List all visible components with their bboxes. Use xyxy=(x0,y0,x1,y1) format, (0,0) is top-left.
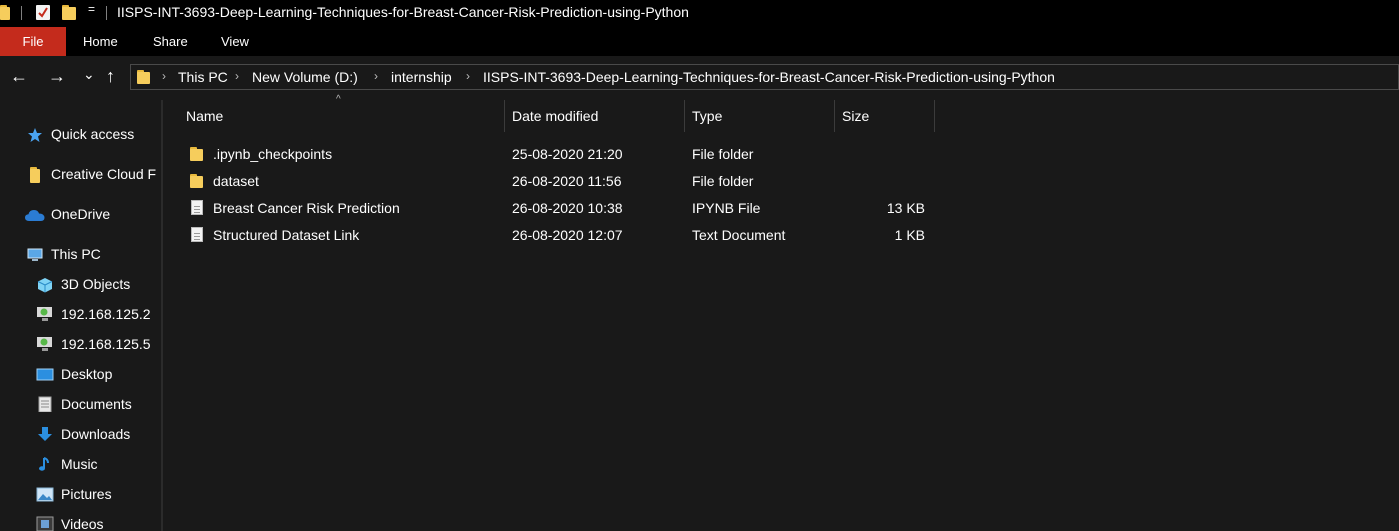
file-date-modified: 26-08-2020 10:38 xyxy=(512,200,623,216)
new-folder-icon[interactable] xyxy=(62,5,76,20)
sidebar-item-label: Quick access xyxy=(51,126,135,142)
sidebar-item-label: 192.168.125.2 xyxy=(61,306,151,322)
documents-icon xyxy=(38,396,52,412)
file-row[interactable]: Structured Dataset Link 26-08-2020 12:07… xyxy=(180,222,940,249)
file-type: File folder xyxy=(692,173,754,189)
back-button[interactable]: ← xyxy=(10,66,28,86)
downloads-icon xyxy=(38,427,52,441)
column-header-type[interactable]: Type xyxy=(692,108,722,124)
window-title: IISPS-INT-3693-Deep-Learning-Techniques-… xyxy=(117,4,689,20)
ribbon-tabs: File Home Share View xyxy=(0,26,1399,56)
file-type: IPYNB File xyxy=(692,200,761,216)
tab-home[interactable]: Home xyxy=(83,34,118,49)
folder-icon xyxy=(137,70,150,84)
column-header-date-modified[interactable]: Date modified xyxy=(512,108,598,124)
breadcrumb-separator: › xyxy=(466,69,470,83)
sidebar-item-label: Creative Cloud F xyxy=(51,166,157,182)
properties-icon[interactable] xyxy=(36,5,50,20)
navigation-pane-scrollbar[interactable] xyxy=(161,100,163,531)
file-date-modified: 26-08-2020 11:56 xyxy=(512,173,622,189)
file-row[interactable]: Breast Cancer Risk Prediction 26-08-2020… xyxy=(180,195,940,222)
file-size: 1 KB xyxy=(894,227,925,243)
cloud-icon xyxy=(25,210,45,221)
file-row[interactable]: dataset 26-08-2020 11:56 File folder xyxy=(180,168,940,195)
column-divider[interactable] xyxy=(504,100,505,132)
network-drive-icon xyxy=(37,337,52,351)
network-drive-icon xyxy=(37,307,52,321)
up-button[interactable]: ↑ xyxy=(106,66,115,86)
separator xyxy=(21,6,22,20)
music-icon xyxy=(39,457,49,471)
tab-view[interactable]: View xyxy=(221,34,249,49)
videos-icon xyxy=(36,516,54,531)
tab-file[interactable]: File xyxy=(0,27,66,56)
folder-icon xyxy=(30,167,40,183)
tab-share[interactable]: Share xyxy=(153,34,188,49)
breadcrumb-separator: › xyxy=(162,69,166,83)
column-divider[interactable] xyxy=(684,100,685,132)
title-bar: = IISPS-INT-3693-Deep-Learning-Technique… xyxy=(0,0,1399,26)
breadcrumb-separator: › xyxy=(374,69,378,83)
column-header-size[interactable]: Size xyxy=(842,108,869,124)
sidebar-item-label: 192.168.125.5 xyxy=(61,336,151,352)
text-file-icon xyxy=(191,227,203,242)
file-icon xyxy=(191,200,203,215)
file-size: 13 KB xyxy=(886,200,925,216)
sidebar-item-label: Videos xyxy=(61,516,104,531)
sidebar-item-label: This PC xyxy=(51,246,101,262)
breadcrumb-current-folder[interactable]: IISPS-INT-3693-Deep-Learning-Techniques-… xyxy=(483,69,1055,85)
breadcrumb-this-pc[interactable]: This PC xyxy=(178,69,228,85)
address-bar[interactable]: › This PC › New Volume (D:) › internship… xyxy=(130,64,1399,90)
folder-icon xyxy=(190,174,203,188)
pictures-icon xyxy=(36,487,54,502)
sort-ascending-icon: ^ xyxy=(336,94,341,105)
file-name: dataset xyxy=(213,173,259,189)
file-name: Breast Cancer Risk Prediction xyxy=(213,200,400,216)
sidebar-item-label: Desktop xyxy=(61,366,113,382)
customize-quick-access-icon[interactable]: = xyxy=(88,2,95,16)
sidebar-item-label: Pictures xyxy=(61,486,112,502)
star-icon xyxy=(28,128,42,142)
file-row[interactable]: .ipynb_checkpoints 25-08-2020 21:20 File… xyxy=(180,141,940,168)
folder-icon xyxy=(190,147,203,161)
breadcrumb-internship[interactable]: internship xyxy=(391,69,452,85)
recent-locations-button[interactable]: ⌄ xyxy=(83,64,95,84)
file-name: Structured Dataset Link xyxy=(213,227,360,243)
sidebar-item-label: Music xyxy=(61,456,98,472)
file-type: File folder xyxy=(692,146,754,162)
sidebar-item-label: 3D Objects xyxy=(61,276,131,292)
sidebar-item-label: Documents xyxy=(61,396,132,412)
file-date-modified: 26-08-2020 12:07 xyxy=(512,227,623,243)
navigation-pane: Quick access Creative Cloud F OneDrive T… xyxy=(0,100,161,531)
column-header-name[interactable]: Name xyxy=(186,108,223,124)
breadcrumb-separator: › xyxy=(235,69,239,83)
file-date-modified: 25-08-2020 21:20 xyxy=(512,146,623,162)
breadcrumb-new-volume[interactable]: New Volume (D:) xyxy=(252,69,358,85)
cube-icon xyxy=(37,278,53,293)
column-divider[interactable] xyxy=(934,100,935,132)
separator xyxy=(106,6,107,20)
desktop-icon xyxy=(36,368,54,381)
computer-icon xyxy=(27,248,43,261)
sidebar-item-label: OneDrive xyxy=(51,206,111,222)
column-divider[interactable] xyxy=(834,100,835,132)
file-type: Text Document xyxy=(692,227,786,243)
forward-button[interactable]: → xyxy=(48,66,66,86)
folder-icon xyxy=(0,5,10,20)
file-name: .ipynb_checkpoints xyxy=(213,146,333,162)
navigation-bar: ← → ⌄ ↑ › This PC › New Volume (D:) › in… xyxy=(0,56,1399,100)
sidebar-item-label: Downloads xyxy=(61,426,131,442)
